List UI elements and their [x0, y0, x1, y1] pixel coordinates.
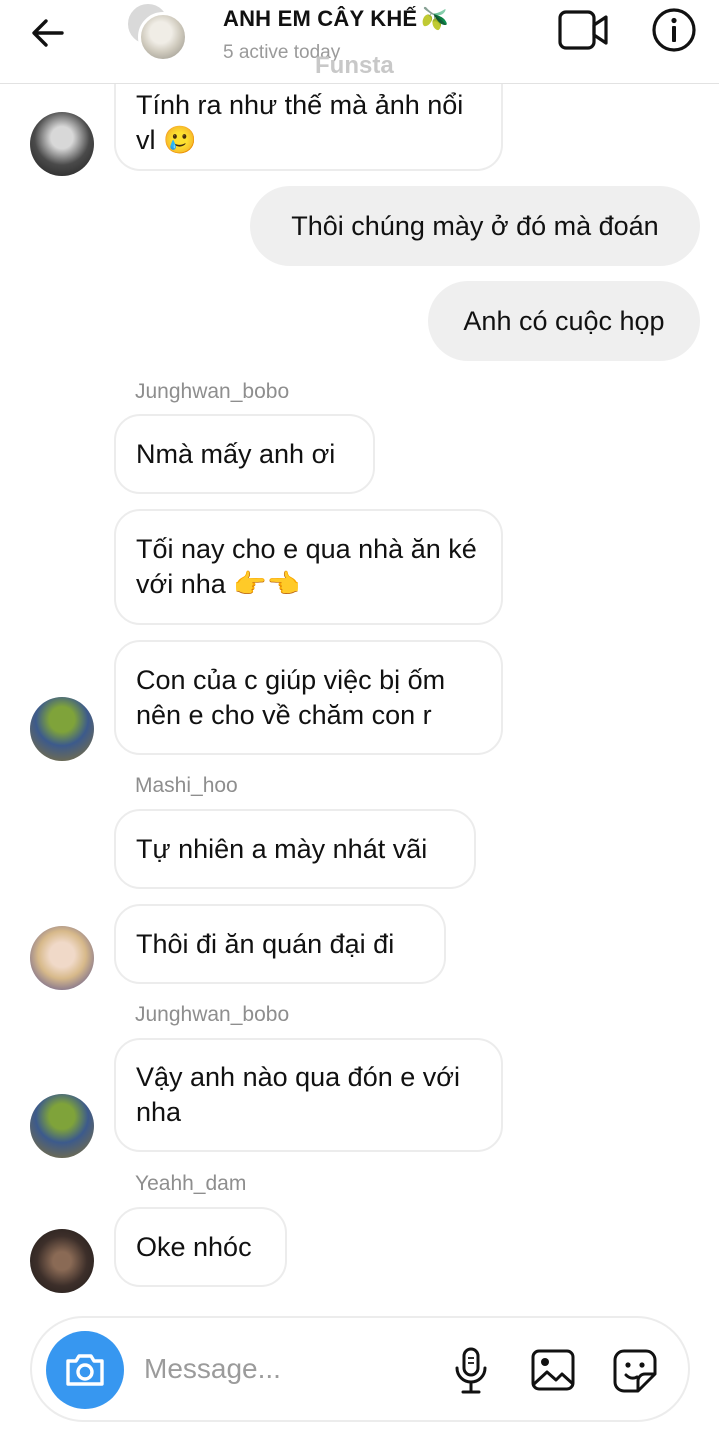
back-button[interactable]: [22, 10, 78, 56]
avatar[interactable]: [30, 1229, 94, 1293]
message-bubble[interactable]: Nmà mấy anh ơi: [114, 414, 375, 494]
avatar[interactable]: [30, 697, 94, 761]
avatar[interactable]: [30, 112, 94, 176]
message-bubble[interactable]: Tối nay cho e qua nhà ăn ké với nha 👉👈: [114, 509, 503, 625]
chat-title[interactable]: ANH EM CÂY KHẾ 🫒: [223, 6, 449, 32]
message-bubble[interactable]: Tự nhiên a mày nhát vãi: [114, 809, 476, 889]
olive-emoji: 🫒: [421, 6, 449, 31]
camera-icon: [66, 1354, 104, 1386]
sticker-button[interactable]: [612, 1348, 658, 1394]
message-bubble[interactable]: Con của c giúp việc bị ốm nên e cho về c…: [114, 640, 503, 755]
message-bubble[interactable]: Thôi đi ăn quán đại đi: [114, 904, 446, 984]
sender-name: Mashi_hoo: [135, 774, 238, 797]
back-arrow-icon: [32, 19, 64, 47]
microphone-button[interactable]: [452, 1346, 490, 1396]
chat-title-text: ANH EM CÂY KHẾ: [223, 6, 418, 31]
microphone-icon: [455, 1347, 487, 1394]
message-composer: [30, 1316, 690, 1422]
gallery-icon: [531, 1349, 575, 1391]
info-button[interactable]: [650, 6, 698, 54]
video-call-button[interactable]: [556, 8, 612, 52]
message-bubble-outgoing[interactable]: Thôi chúng mày ở đó mà đoán: [250, 186, 700, 266]
avatar[interactable]: [30, 926, 94, 990]
watermark: Funsta: [315, 52, 394, 79]
message-bubble-outgoing[interactable]: Anh có cuộc họp: [428, 281, 700, 361]
sender-name: Yeahh_dam: [135, 1172, 247, 1195]
message-input[interactable]: [144, 1346, 434, 1392]
video-call-icon: [558, 10, 608, 50]
camera-button[interactable]: [46, 1331, 124, 1409]
group-avatar[interactable]: [126, 2, 192, 64]
message-bubble[interactable]: Vậy anh nào qua đón e với nha: [114, 1038, 503, 1152]
info-icon: [652, 8, 696, 52]
avatar[interactable]: [30, 1094, 94, 1158]
sticker-icon: [613, 1349, 657, 1393]
message-bubble[interactable]: Oke nhóc: [114, 1207, 287, 1287]
group-avatar-front: [138, 12, 188, 62]
sender-name: Junghwan_bobo: [135, 1003, 290, 1026]
sender-name: Junghwan_bobo: [135, 380, 290, 403]
gallery-button[interactable]: [530, 1348, 576, 1392]
